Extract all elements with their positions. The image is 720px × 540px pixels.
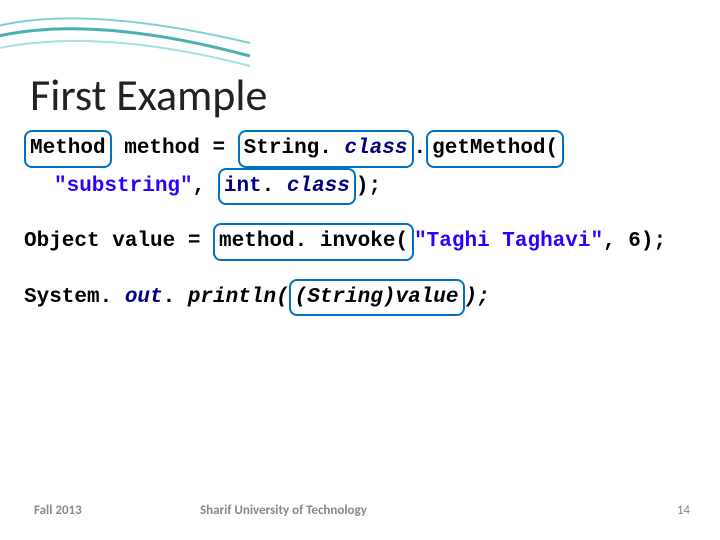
code-text: String. [244,137,332,160]
code-field-out: out [112,286,162,309]
code-keyword-class: class [332,137,408,160]
box-string-class: String. class [238,130,414,168]
page-number: 14 [677,503,690,518]
slide-title: First Example [30,68,267,122]
code-text: System. [24,286,112,309]
code-line-2: "substring", int. class); [24,168,696,206]
code-line-4: System. out. println((String)value); [24,279,696,317]
code-text: , 6); [603,230,666,253]
code-keyword-int: int [224,175,262,198]
code-text: , [193,175,218,198]
code-text: . [414,137,427,160]
footer-term: Fall 2013 [34,503,82,518]
code-line-1: Method method = String. class.getMethod( [24,130,696,168]
code-text: Object value = [24,230,213,253]
code-text: method = [112,137,238,160]
box-getmethod: getMethod( [426,130,564,168]
code-string-literal: "substring" [54,175,193,198]
footer-university: Sharif University of Technology [200,503,367,518]
box-method-type: Method [24,130,112,168]
box-method-invoke: method. invoke( [213,223,414,261]
code-method-println: println( [175,286,288,309]
code-text: ); [465,286,490,309]
box-cast-value: (String)value [289,279,465,317]
box-int-class: int. class [218,168,356,206]
code-text: . [163,286,176,309]
code-line-3: Object value = method. invoke("Taghi Tag… [24,223,696,261]
code-string-literal: "Taghi Taghavi" [414,230,603,253]
code-text: ); [356,175,381,198]
code-keyword-class: class [274,175,350,198]
code-text: . [262,175,275,198]
code-block: Method method = String. class.getMethod(… [24,130,696,316]
